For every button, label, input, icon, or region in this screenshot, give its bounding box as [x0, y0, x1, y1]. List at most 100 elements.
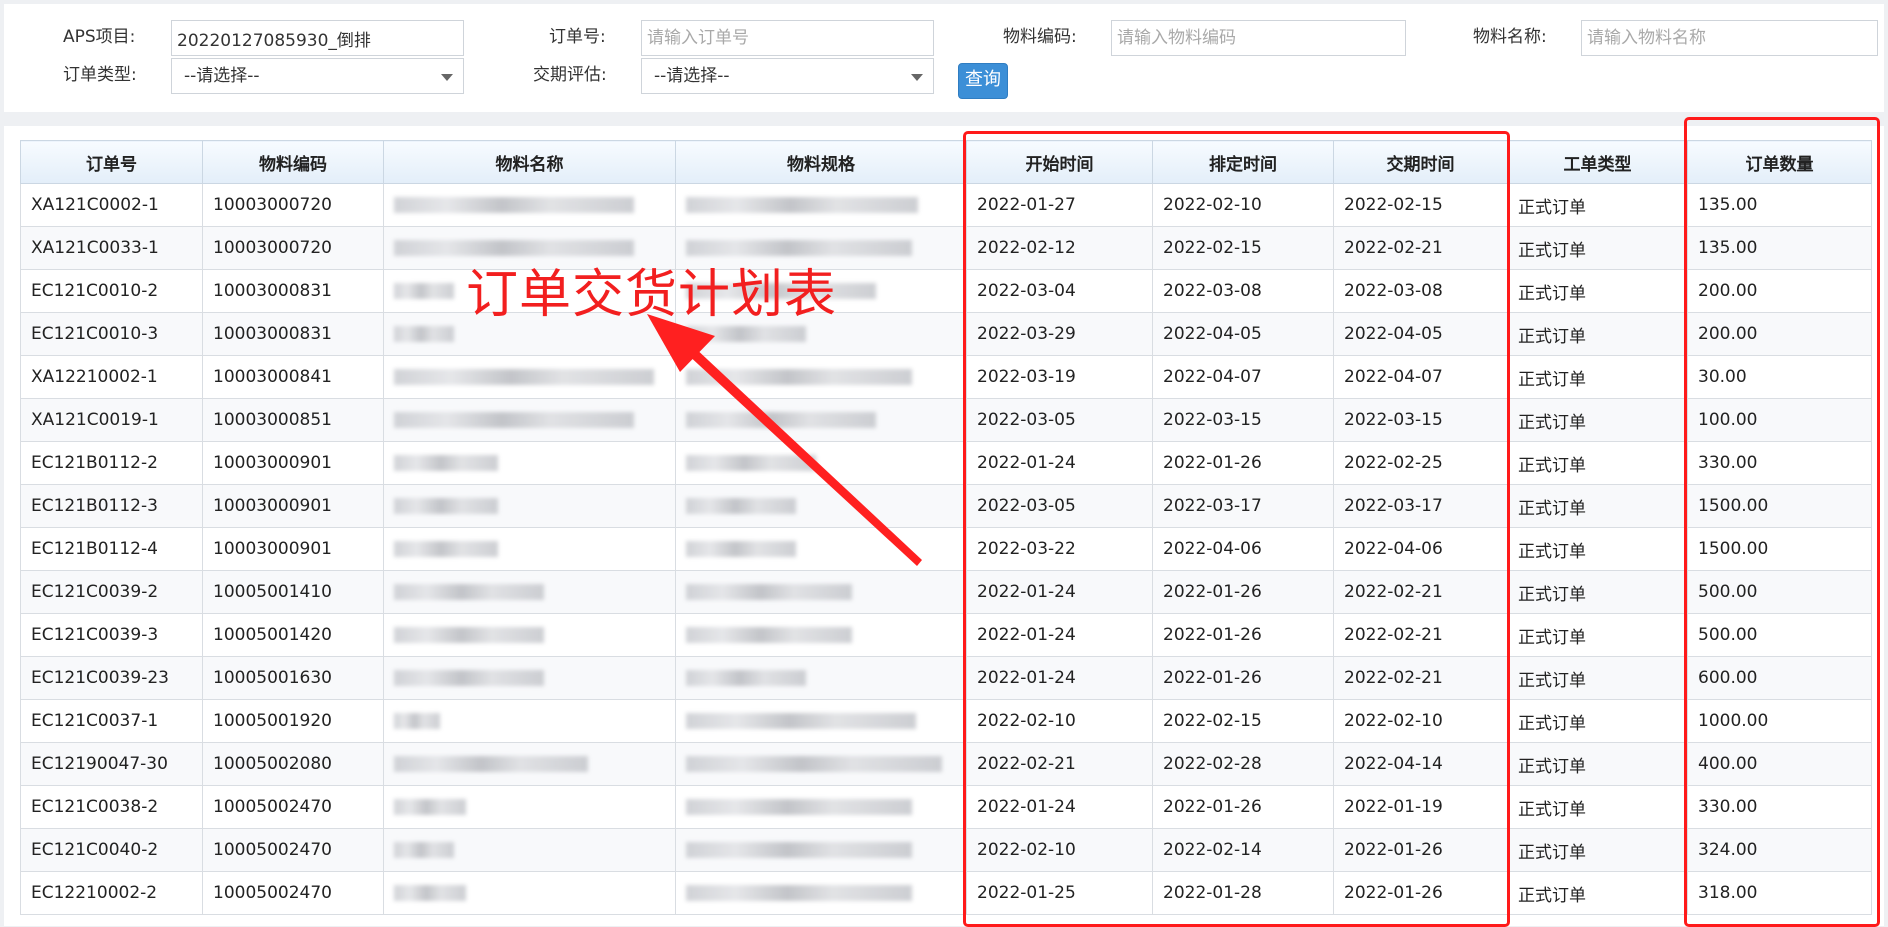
- material-code-input[interactable]: [1111, 20, 1406, 56]
- start-time-cell: 2022-01-24: [966, 785, 1153, 829]
- table-row[interactable]: EC12210002-2 10005002470 2022-01-25 2022-01…: [20, 871, 1872, 915]
- start-time-cell: 2022-01-25: [966, 871, 1153, 915]
- material-spec-cell: [675, 699, 967, 743]
- order-no-label: 订单号:: [549, 27, 606, 47]
- material-code-cell: 10003000901: [202, 527, 384, 571]
- table-row[interactable]: XA121C0002-1 10003000720 2022-01-27 2022-02…: [20, 183, 1872, 227]
- column-header-order-no[interactable]: 订单号: [20, 140, 203, 184]
- order-qty-cell: 500.00: [1687, 613, 1872, 657]
- grid-panel: 订单号 物料编码 物料名称 物料规格 开始时间 排定时间 交期时间 工单类型 订…: [4, 126, 1884, 926]
- column-header-order-qty[interactable]: 订单数量: [1687, 140, 1872, 184]
- table-row[interactable]: EC121C0010-3 10003000831 2022-03-29 2022-04…: [20, 312, 1872, 356]
- column-header-material-name[interactable]: 物料名称: [383, 140, 676, 184]
- work-order-type-cell: 正式订单: [1507, 613, 1688, 657]
- work-order-type-cell: 正式订单: [1507, 183, 1688, 227]
- work-order-type-cell: 正式订单: [1507, 398, 1688, 442]
- material-code-cell: 10003000841: [202, 355, 384, 399]
- redacted-text: [686, 541, 796, 557]
- material-spec-cell: [675, 828, 967, 872]
- start-time-cell: 2022-01-24: [966, 656, 1153, 700]
- order-qty-cell: 135.00: [1687, 226, 1872, 270]
- redacted-text: [394, 197, 634, 213]
- start-time-cell: 2022-02-21: [966, 742, 1153, 786]
- redacted-text: [394, 627, 544, 643]
- scheduled-time-cell: 2022-01-26: [1152, 570, 1334, 614]
- project-input[interactable]: [171, 20, 464, 56]
- start-time-cell: 2022-01-24: [966, 570, 1153, 614]
- material-name-cell: [383, 742, 676, 786]
- start-time-cell: 2022-03-19: [966, 355, 1153, 399]
- material-code-cell: 10003000851: [202, 398, 384, 442]
- column-header-material-spec[interactable]: 物料规格: [675, 140, 967, 184]
- work-order-type-cell: 正式订单: [1507, 484, 1688, 528]
- due-time-cell: 2022-04-14: [1333, 742, 1508, 786]
- order-qty-cell: 324.00: [1687, 828, 1872, 872]
- material-spec-cell: [675, 183, 967, 227]
- table-row[interactable]: EC121B0112-4 10003000901 2022-03-22 2022-04…: [20, 527, 1872, 571]
- table-row[interactable]: XA121C0033-1 10003000720 2022-02-12 2022-02…: [20, 226, 1872, 270]
- material-code-cell: 10005001920: [202, 699, 384, 743]
- order-no-cell: EC121B0112-2: [20, 441, 203, 485]
- work-order-type-cell: 正式订单: [1507, 570, 1688, 614]
- redacted-text: [686, 197, 918, 213]
- column-header-work-order-type[interactable]: 工单类型: [1507, 140, 1688, 184]
- redacted-text: [394, 498, 498, 514]
- order-table: 订单号 物料编码 物料名称 物料规格 开始时间 排定时间 交期时间 工单类型 订…: [20, 140, 1872, 915]
- delivery-eval-select[interactable]: --请选择--: [641, 58, 934, 94]
- table-row[interactable]: XA121C0019-1 10003000851 2022-03-05 2022-03…: [20, 398, 1872, 442]
- table-row[interactable]: EC121B0112-2 10003000901 2022-01-24 2022-01…: [20, 441, 1872, 485]
- table-row[interactable]: EC121B0112-3 10003000901 2022-03-05 2022-03…: [20, 484, 1872, 528]
- table-row[interactable]: EC121C0039-3 10005001420 2022-01-24 2022-01…: [20, 613, 1872, 657]
- table-row[interactable]: EC121C0038-2 10005002470 2022-01-24 2022-01…: [20, 785, 1872, 829]
- due-time-cell: 2022-03-08: [1333, 269, 1508, 313]
- order-qty-cell: 200.00: [1687, 312, 1872, 356]
- scheduled-time-cell: 2022-02-14: [1152, 828, 1334, 872]
- order-qty-cell: 135.00: [1687, 183, 1872, 227]
- redacted-text: [394, 326, 454, 342]
- redacted-text: [686, 885, 912, 901]
- column-header-material-code[interactable]: 物料编码: [202, 140, 384, 184]
- material-spec-cell: [675, 871, 967, 915]
- order-qty-cell: 200.00: [1687, 269, 1872, 313]
- material-code-label: 物料编码:: [1003, 27, 1077, 47]
- material-name-cell: [383, 484, 676, 528]
- order-type-select[interactable]: --请选择--: [171, 58, 464, 94]
- table-row[interactable]: EC121C0040-2 10005002470 2022-02-10 2022-02…: [20, 828, 1872, 872]
- scheduled-time-cell: 2022-04-07: [1152, 355, 1334, 399]
- table-row[interactable]: EC121C0037-1 10005001920 2022-02-10 2022-02…: [20, 699, 1872, 743]
- table-row[interactable]: EC121C0039-2 10005001410 2022-01-24 2022-01…: [20, 570, 1872, 614]
- due-time-cell: 2022-01-26: [1333, 828, 1508, 872]
- due-time-cell: 2022-04-06: [1333, 527, 1508, 571]
- due-time-cell: 2022-02-21: [1333, 613, 1508, 657]
- table-row[interactable]: EC121C0039-23 10005001630 2022-01-24 2022-0…: [20, 656, 1872, 700]
- column-header-due-time[interactable]: 交期时间: [1333, 140, 1508, 184]
- work-order-type-cell: 正式订单: [1507, 656, 1688, 700]
- scheduled-time-cell: 2022-01-28: [1152, 871, 1334, 915]
- work-order-type-cell: 正式订单: [1507, 269, 1688, 313]
- table-row[interactable]: EC12190047-30 10005002080 2022-02-21 2022-0…: [20, 742, 1872, 786]
- redacted-text: [394, 670, 544, 686]
- order-no-cell: XA121C0002-1: [20, 183, 203, 227]
- table-row[interactable]: XA12210002-1 10003000841 2022-03-19 2022-04…: [20, 355, 1872, 399]
- work-order-type-cell: 正式订单: [1507, 699, 1688, 743]
- redacted-text: [394, 283, 454, 299]
- start-time-cell: 2022-01-24: [966, 441, 1153, 485]
- material-name-cell: [383, 398, 676, 442]
- order-no-input[interactable]: [641, 20, 934, 56]
- scheduled-time-cell: 2022-04-06: [1152, 527, 1334, 571]
- order-qty-cell: 1500.00: [1687, 527, 1872, 571]
- column-header-start-time[interactable]: 开始时间: [966, 140, 1153, 184]
- start-time-cell: 2022-02-12: [966, 226, 1153, 270]
- due-time-cell: 2022-02-15: [1333, 183, 1508, 227]
- chevron-down-icon: [911, 74, 923, 81]
- due-time-cell: 2022-03-17: [1333, 484, 1508, 528]
- due-time-cell: 2022-01-26: [1333, 871, 1508, 915]
- search-panel: APS项目: 订单号: 物料编码: 物料名称: 订单类型: --请选择-- 交期…: [4, 4, 1884, 112]
- redacted-text: [394, 713, 440, 729]
- scheduled-time-cell: 2022-01-26: [1152, 656, 1334, 700]
- due-time-cell: 2022-02-21: [1333, 570, 1508, 614]
- column-header-scheduled-time[interactable]: 排定时间: [1152, 140, 1334, 184]
- material-name-input[interactable]: [1581, 20, 1878, 56]
- table-row[interactable]: EC121C0010-2 10003000831 2022-03-04 2022-03…: [20, 269, 1872, 313]
- query-button[interactable]: 查询: [958, 63, 1008, 99]
